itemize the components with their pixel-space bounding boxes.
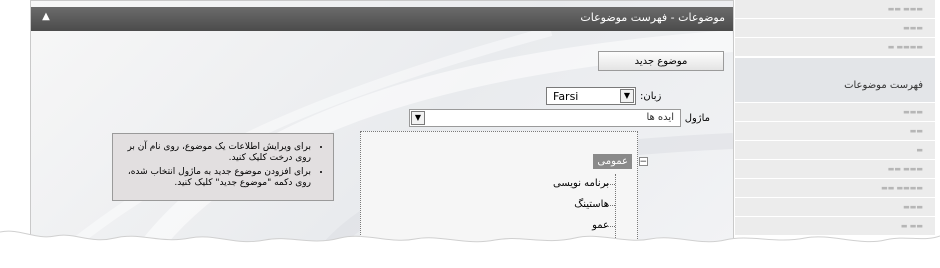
tree-node-label: عمومی xyxy=(597,156,628,167)
faded-text: ▬▬▬ xyxy=(903,24,923,32)
language-select[interactable]: Farsi ▼ xyxy=(546,87,636,105)
sidebar: ▬▬▬ ▬▬ ▬▬▬ ▬▬▬▬ ▬ فهرست موضوعات ▬▬▬ ▬▬ ▬… xyxy=(735,0,935,245)
help-box: برای ویرایش اطلاعات یک موضوع، روی نام آن… xyxy=(112,133,334,201)
faded-text: ▬▬ xyxy=(909,127,923,135)
topic-tree: عمومی − برنامه نویسی هاستینگ عمو xyxy=(360,131,648,246)
sidebar-item[interactable]: ▬ xyxy=(735,141,935,160)
tree-node[interactable]: هاستینگ xyxy=(574,199,609,210)
new-topic-button[interactable]: موضوع جدید xyxy=(598,51,724,71)
faded-text: ▬▬ ▬ xyxy=(900,222,923,230)
sidebar-item[interactable]: ▬▬▬▬ ▬ xyxy=(735,38,935,57)
language-label: زبان: xyxy=(640,91,662,102)
faded-text: ▬▬▬ ▬▬ xyxy=(887,165,923,173)
panel-titlebar: ▲ موضوعات - فهرست موضوعات xyxy=(31,7,733,31)
language-value: Farsi xyxy=(553,90,579,103)
tree-node[interactable]: عمو xyxy=(592,220,609,231)
chevron-down-icon[interactable]: ▼ xyxy=(411,111,425,125)
module-select[interactable]: ▼ ایده ها xyxy=(409,109,681,127)
sidebar-item-label: فهرست موضوعات xyxy=(844,80,923,91)
sidebar-item[interactable]: ▬▬▬ xyxy=(735,103,935,122)
faded-text: ▬▬▬▬ ▬ xyxy=(887,43,923,51)
sidebar-item-topics[interactable]: فهرست موضوعات xyxy=(735,58,935,102)
sidebar-item[interactable]: ▬▬▬ ▬▬ xyxy=(735,0,935,19)
help-item: برای افزودن موضوع جدید به ماژول انتخاب ش… xyxy=(121,167,311,189)
module-value: ایده ها xyxy=(646,112,674,123)
faded-text: ▬▬▬ xyxy=(903,203,923,211)
faded-text: ▬▬▬ xyxy=(903,108,923,116)
sidebar-item[interactable]: ▬▬ ▬ xyxy=(735,217,935,236)
sidebar-item[interactable]: ▬▬ xyxy=(735,122,935,141)
sidebar-item[interactable]: ▬▬▬ xyxy=(735,198,935,217)
faded-text: ▬▬▬▬ ▬▬ xyxy=(881,184,923,192)
tree-connector xyxy=(615,174,616,246)
sidebar-item[interactable]: ▬▬▬▬ ▬▬ xyxy=(735,179,935,198)
tree-node[interactable]: برنامه نویسی xyxy=(553,178,609,189)
panel-title: موضوعات - فهرست موضوعات xyxy=(580,11,725,24)
collapse-node-icon[interactable]: − xyxy=(639,157,648,167)
faded-text: ▬ xyxy=(916,146,923,154)
help-item: برای ویرایش اطلاعات یک موضوع، روی نام آن… xyxy=(121,142,311,164)
tree-node-root[interactable]: عمومی − xyxy=(593,154,648,169)
chevron-down-icon[interactable]: ▼ xyxy=(620,89,634,103)
topics-panel: ▲ موضوعات - فهرست موضوعات موضوع جدید زبا… xyxy=(30,0,734,247)
sidebar-item[interactable]: ▬▬▬ ▬▬ xyxy=(735,160,935,179)
collapse-icon[interactable]: ▲ xyxy=(39,10,53,24)
sidebar-item[interactable]: ▬▬▬ xyxy=(735,19,935,38)
faded-text: ▬▬▬ ▬▬ xyxy=(887,5,923,13)
